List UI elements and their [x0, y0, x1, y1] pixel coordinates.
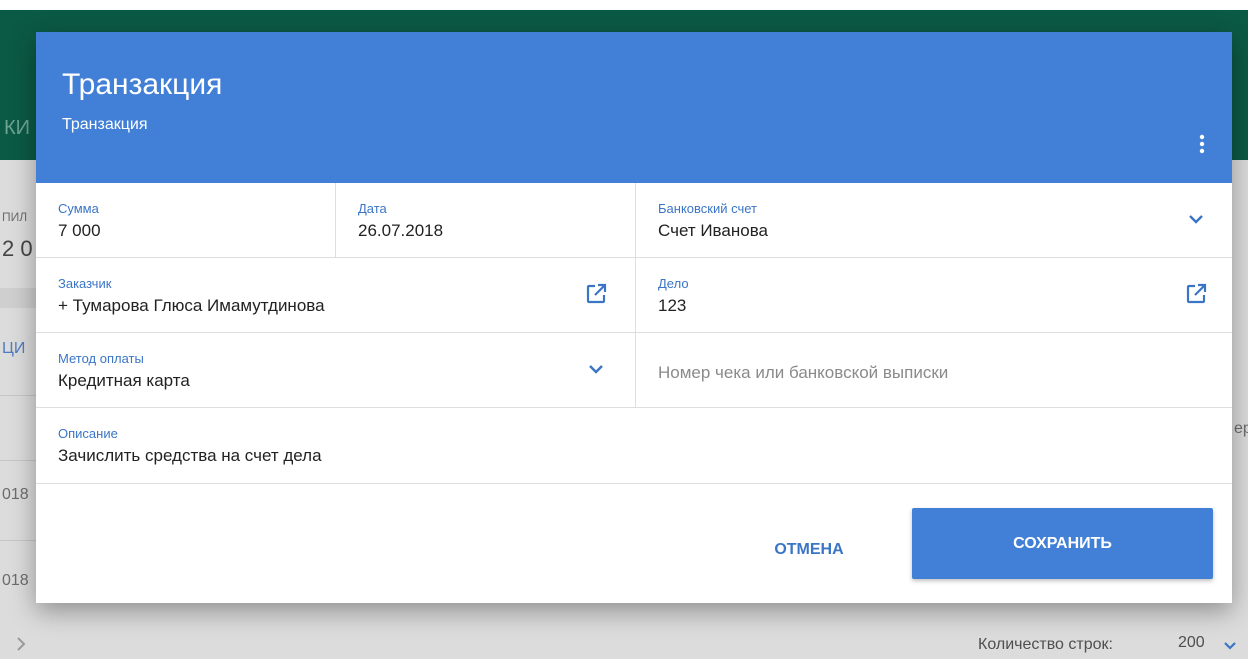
date-value[interactable]: 26.07.2018 [358, 221, 443, 241]
background-text-fragment: 2 0 [2, 236, 33, 261]
description-field[interactable]: Описание Зачислить средства на счет дела [36, 408, 1232, 484]
description-value[interactable]: Зачислить средства на счет дела [58, 446, 322, 466]
background-text-fragment: ПИЛ [2, 210, 28, 224]
date-label: Дата [358, 201, 387, 216]
cancel-button[interactable]: ОТМЕНА [754, 534, 864, 566]
description-label: Описание [58, 426, 118, 441]
amount-value[interactable]: 7 000 [58, 221, 101, 241]
background-text-fragment: 018 [2, 486, 29, 503]
customer-field[interactable]: Заказчик + Тумарова Глюса Имамутдинова [36, 258, 636, 333]
payment-method-label: Метод оплаты [58, 351, 144, 366]
chevron-down-icon[interactable] [584, 357, 608, 381]
dialog-header: Транзакция Транзакция [36, 32, 1232, 183]
check-number-placeholder[interactable]: Номер чека или банковской выписки [658, 363, 948, 383]
background-topbar [0, 0, 1248, 10]
chevron-down-icon[interactable] [1222, 638, 1238, 654]
background-table-band [0, 288, 40, 308]
rows-per-page-value[interactable]: 200 [1178, 634, 1205, 652]
customer-value[interactable]: + Тумарова Глюса Имамутдинова [58, 296, 325, 316]
background-divider [0, 540, 40, 541]
bank-account-label: Банковский счет [658, 201, 757, 216]
dialog-title: Транзакция [62, 68, 223, 101]
bank-account-select[interactable]: Банковский счет Счет Иванова [636, 183, 1232, 258]
background-text-fragment: ер [1234, 420, 1248, 437]
chevron-down-icon[interactable] [1184, 207, 1208, 231]
amount-field[interactable]: Сумма 7 000 [36, 183, 336, 258]
check-number-input[interactable]: Номер чека или банковской выписки [636, 333, 1232, 408]
rows-per-page-label: Количество строк: [978, 636, 1113, 653]
transaction-dialog: Транзакция Транзакция Сумма 7 000 Дата 2… [36, 32, 1232, 603]
background-text-fragment: 018 [2, 572, 29, 589]
case-value[interactable]: 123 [658, 296, 686, 316]
case-label: Дело [658, 276, 689, 291]
payment-method-select[interactable]: Метод оплаты Кредитная карта [36, 333, 636, 408]
chevron-right-icon[interactable] [14, 636, 28, 652]
background-text-fragment: ЦИ [2, 340, 26, 357]
dialog-subtitle: Транзакция [62, 116, 148, 133]
bank-account-value[interactable]: Счет Иванова [658, 221, 768, 241]
customer-label: Заказчик [58, 276, 112, 291]
date-field[interactable]: Дата 26.07.2018 [336, 183, 636, 258]
more-vert-icon[interactable] [1190, 132, 1214, 156]
background-divider [0, 395, 40, 396]
amount-label: Сумма [58, 201, 99, 216]
background-divider [0, 460, 40, 461]
case-field[interactable]: Дело 123 [636, 258, 1232, 333]
open-in-new-icon[interactable] [1184, 282, 1208, 306]
open-in-new-icon[interactable] [584, 282, 608, 306]
payment-method-value[interactable]: Кредитная карта [58, 371, 190, 391]
background-header-text: КИ [4, 117, 31, 139]
save-button[interactable]: СОХРАНИТЬ [912, 508, 1213, 579]
